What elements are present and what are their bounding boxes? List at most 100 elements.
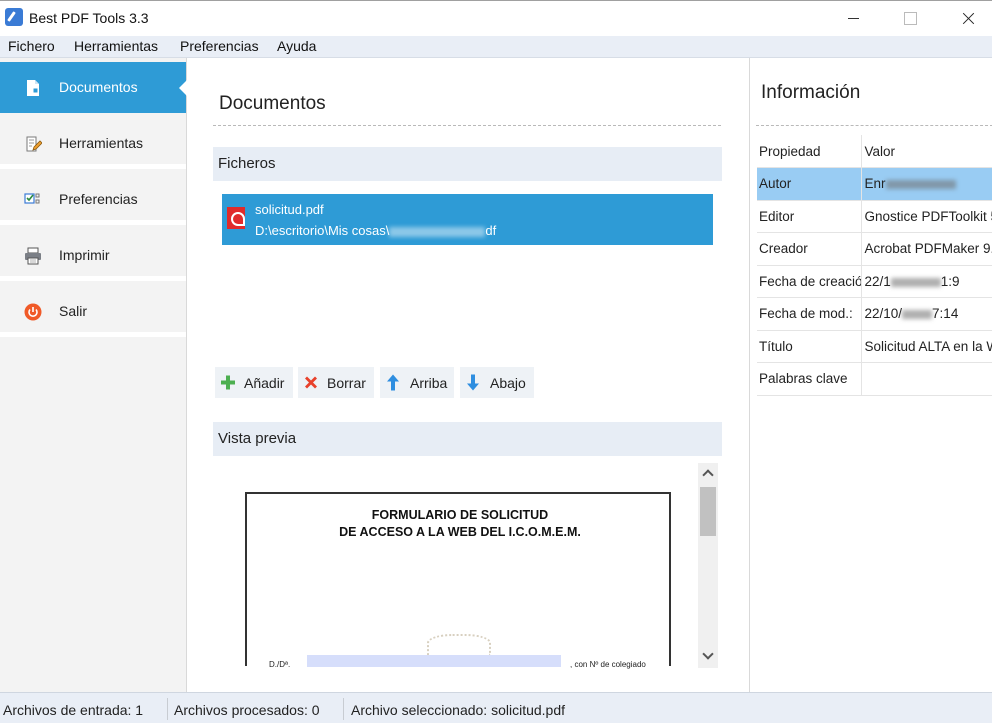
preview-field-label: D./Dª. [269,660,291,669]
info-panel: Información Propiedad Valor Autor Enr Ed… [749,58,992,692]
status-processed-files: Archivos procesados: 0 [174,702,320,718]
property-value: Gnostice PDFToolkit 5 [861,200,992,233]
menu-bar: Fichero Herramientas Preferencias Ayuda [0,36,992,58]
printer-icon [25,247,41,265]
app-window: Best PDF Tools 3.3 Fichero Herramientas … [0,0,992,723]
status-input-files: Archivos de entrada: 1 [3,702,144,718]
property-value-text: 22/1 [864,273,891,289]
add-label: Añadir [244,375,285,391]
minimize-button[interactable] [830,1,876,35]
app-logo-icon [5,8,23,26]
sidebar-item-imprimir[interactable]: Imprimir [0,230,186,281]
table-row[interactable]: Autor Enr [757,167,992,201]
table-row[interactable]: Fecha de mod.: 22/10/7:14 [757,297,992,331]
property-value: 22/10/7:14 [861,297,992,331]
menu-herramientas[interactable]: Herramientas [74,38,158,54]
property-value [861,362,992,396]
sidebar-item-label: Preferencias [59,191,138,207]
seal-watermark-icon [427,634,491,656]
scroll-up-icon[interactable] [701,466,715,480]
property-value-end: 1:9 [940,273,960,289]
table-row[interactable]: Fecha de creació 22/1 1:9 [757,265,992,298]
sidebar-item-label: Herramientas [59,135,144,151]
arrow-up-icon [387,374,399,391]
delete-x-icon [305,376,317,389]
add-button[interactable]: Añadir [215,367,293,398]
property-name: Fecha de mod.: [757,297,862,331]
info-title: Información [761,82,861,103]
preview-section-header: Vista previa [213,422,722,456]
property-name: Editor [757,200,862,233]
property-value: Solicitud ALTA en la W [861,330,992,363]
edit-icon [26,136,42,152]
redacted-block [890,277,941,287]
plus-icon [221,375,235,390]
property-value-text: 22/10/ [864,306,903,322]
status-selected-file: Archivo seleccionado: solicitud.pdf [351,702,566,718]
preview-scrollbar[interactable] [698,463,718,668]
property-name: Palabras clave [757,362,862,396]
table-row[interactable]: Editor Gnostice PDFToolkit 5 [757,200,992,233]
up-button[interactable]: Arriba [380,367,454,398]
property-value-text: Enr [864,176,886,192]
menu-ayuda[interactable]: Ayuda [277,38,316,54]
menu-preferencias[interactable]: Preferencias [180,38,259,54]
redacted-block [389,226,486,237]
file-path-end: df [485,223,497,238]
active-indicator-icon [179,80,187,96]
property-value: Acrobat PDFMaker 9. [861,232,992,266]
table-row[interactable]: Creador Acrobat PDFMaker 9. [757,232,992,266]
divider [213,125,721,126]
title-bar: Best PDF Tools 3.3 [0,0,992,36]
down-button[interactable]: Abajo [460,367,534,398]
up-label: Arriba [410,375,448,391]
property-value-end: 7:14 [932,306,959,322]
redacted-block [885,180,956,190]
column-header[interactable]: Propiedad [757,135,862,168]
property-name: Fecha de creació [757,265,862,298]
property-name: Creador [757,232,862,266]
documents-panel: Documentos Ficheros solicitud.pdf D:\esc… [188,58,748,692]
scroll-thumb[interactable] [700,487,716,536]
close-button[interactable] [945,1,991,35]
property-value: 22/1 1:9 [861,265,992,298]
preview-field-suffix: , con Nº de colegiado [570,660,646,669]
down-label: Abajo [490,375,526,391]
maximize-button[interactable] [887,1,933,35]
divider [756,125,992,126]
sidebar-item-salir[interactable]: Salir [0,286,186,337]
files-section-title: Ficheros [218,155,276,172]
menu-fichero[interactable]: Fichero [8,38,55,54]
column-header[interactable]: Valor [861,135,992,168]
document-icon [27,80,39,96]
status-bar: Archivos de entrada: 1 Archivos procesad… [0,692,992,723]
scroll-down-icon[interactable] [701,649,715,663]
file-path-start: D:\escritorio\Mis cosas\ [255,223,390,238]
file-list-item[interactable]: solicitud.pdf D:\escritorio\Mis cosas\ df [222,194,713,245]
sidebar-item-herramientas[interactable]: Herramientas [0,118,186,169]
pdf-file-icon [227,207,245,229]
sidebar: Documentos Herramientas Preferencias Imp… [0,58,187,692]
sidebar-item-preferencias[interactable]: Preferencias [0,174,186,225]
property-name: Autor [757,167,862,201]
form-field [307,655,561,667]
table-row[interactable]: Título Solicitud ALTA en la W [757,330,992,363]
power-icon [24,303,42,321]
properties-table: Propiedad Valor Autor Enr Editor Gnostic… [757,135,992,396]
arrow-down-icon [467,374,479,391]
sidebar-item-label: Salir [59,303,88,319]
preview-line-2: DE ACCESO A LA WEB DEL I.C.O.M.E.M. [339,525,581,539]
table-header-row: Propiedad Valor [757,135,992,168]
sidebar-item-documentos[interactable]: Documentos [0,62,187,113]
pdf-preview: FORMULARIO DE SOLICITUD DE ACCESO A LA W… [245,492,671,669]
sidebar-item-label: Documentos [59,79,138,95]
property-name: Título [757,330,862,363]
page-title: Documentos [219,93,326,114]
checklist-icon [24,193,40,204]
files-section-header: Ficheros [213,147,722,181]
delete-button[interactable]: Borrar [298,367,374,398]
table-row[interactable]: Palabras clave [757,362,992,396]
window-title: Best PDF Tools 3.3 [29,10,149,26]
preview-line-1: FORMULARIO DE SOLICITUD [371,508,549,522]
property-value: Enr [861,167,992,201]
